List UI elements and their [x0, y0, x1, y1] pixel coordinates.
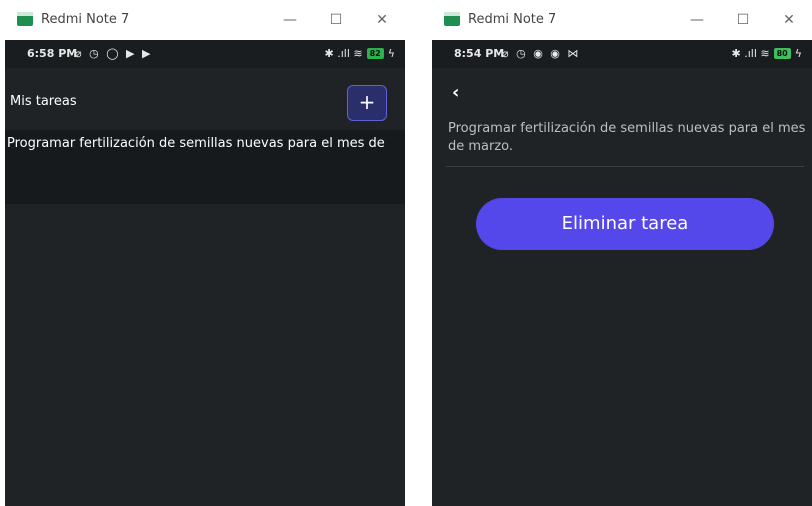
- close-button[interactable]: ✕: [766, 6, 812, 34]
- divider: [446, 166, 804, 167]
- right-emulator-window: Redmi Note 7 — ☐ ✕ 8:54 PM ⌀ ◷ ◉ ◉ ⋈ ✱ .…: [432, 0, 812, 506]
- status-bar: 8:54 PM ⌀ ◷ ◉ ◉ ⋈ ✱ .ıll ≋ 80 ϟ: [432, 40, 812, 68]
- add-task-button[interactable]: +: [347, 85, 387, 121]
- left-emulator-window: Redmi Note 7 — ☐ ✕ 6:58 PM ⌀ ◷ ◯ ▶ ▶ ✱ .…: [5, 0, 405, 506]
- signal-icon: ✱ .ıll ≋: [731, 47, 770, 60]
- signal-icon: ✱ .ıll ≋: [324, 47, 363, 60]
- minimize-button[interactable]: —: [674, 6, 720, 34]
- minimize-button[interactable]: —: [267, 6, 313, 34]
- status-bar: 6:58 PM ⌀ ◷ ◯ ▶ ▶ ✱ .ıll ≋ 82 ϟ: [5, 40, 405, 68]
- notification-icons: ⌀ ◷ ◉ ◉ ⋈: [502, 47, 581, 60]
- maximize-button[interactable]: ☐: [720, 6, 766, 34]
- battery-icon: 80: [773, 48, 791, 59]
- window-title: Redmi Note 7: [41, 12, 130, 27]
- charging-icon: ϟ: [387, 47, 395, 60]
- close-button[interactable]: ✕: [359, 6, 405, 34]
- task-detail-text: Programar fertilización de semillas nuev…: [448, 121, 806, 154]
- maximize-button[interactable]: ☐: [313, 6, 359, 34]
- battery-icon: 82: [366, 48, 384, 59]
- back-chevron-icon[interactable]: ‹: [452, 82, 459, 103]
- charging-icon: ϟ: [794, 47, 802, 60]
- status-time: 6:58 PM: [27, 47, 78, 60]
- app-icon: [17, 12, 33, 26]
- task-list-item[interactable]: Programar fertilización de semillas nuev…: [5, 130, 405, 204]
- status-right: ✱ .ıll ≋ 80 ϟ: [732, 47, 803, 60]
- delete-task-button[interactable]: Eliminar tarea: [476, 198, 774, 250]
- notification-icons: ⌀ ◷ ◯ ▶ ▶: [75, 47, 153, 60]
- app-icon: [444, 12, 460, 26]
- status-time: 8:54 PM: [454, 47, 505, 60]
- titlebar: Redmi Note 7 — ☐ ✕: [5, 0, 405, 40]
- page-title: Mis tareas: [10, 94, 77, 109]
- task-text: Programar fertilización de semillas nuev…: [7, 136, 385, 151]
- app-header: Mis tareas +: [5, 68, 405, 130]
- titlebar: Redmi Note 7 — ☐ ✕: [432, 0, 812, 40]
- status-right: ✱ .ıll ≋ 82 ϟ: [325, 47, 396, 60]
- window-title: Redmi Note 7: [468, 12, 557, 27]
